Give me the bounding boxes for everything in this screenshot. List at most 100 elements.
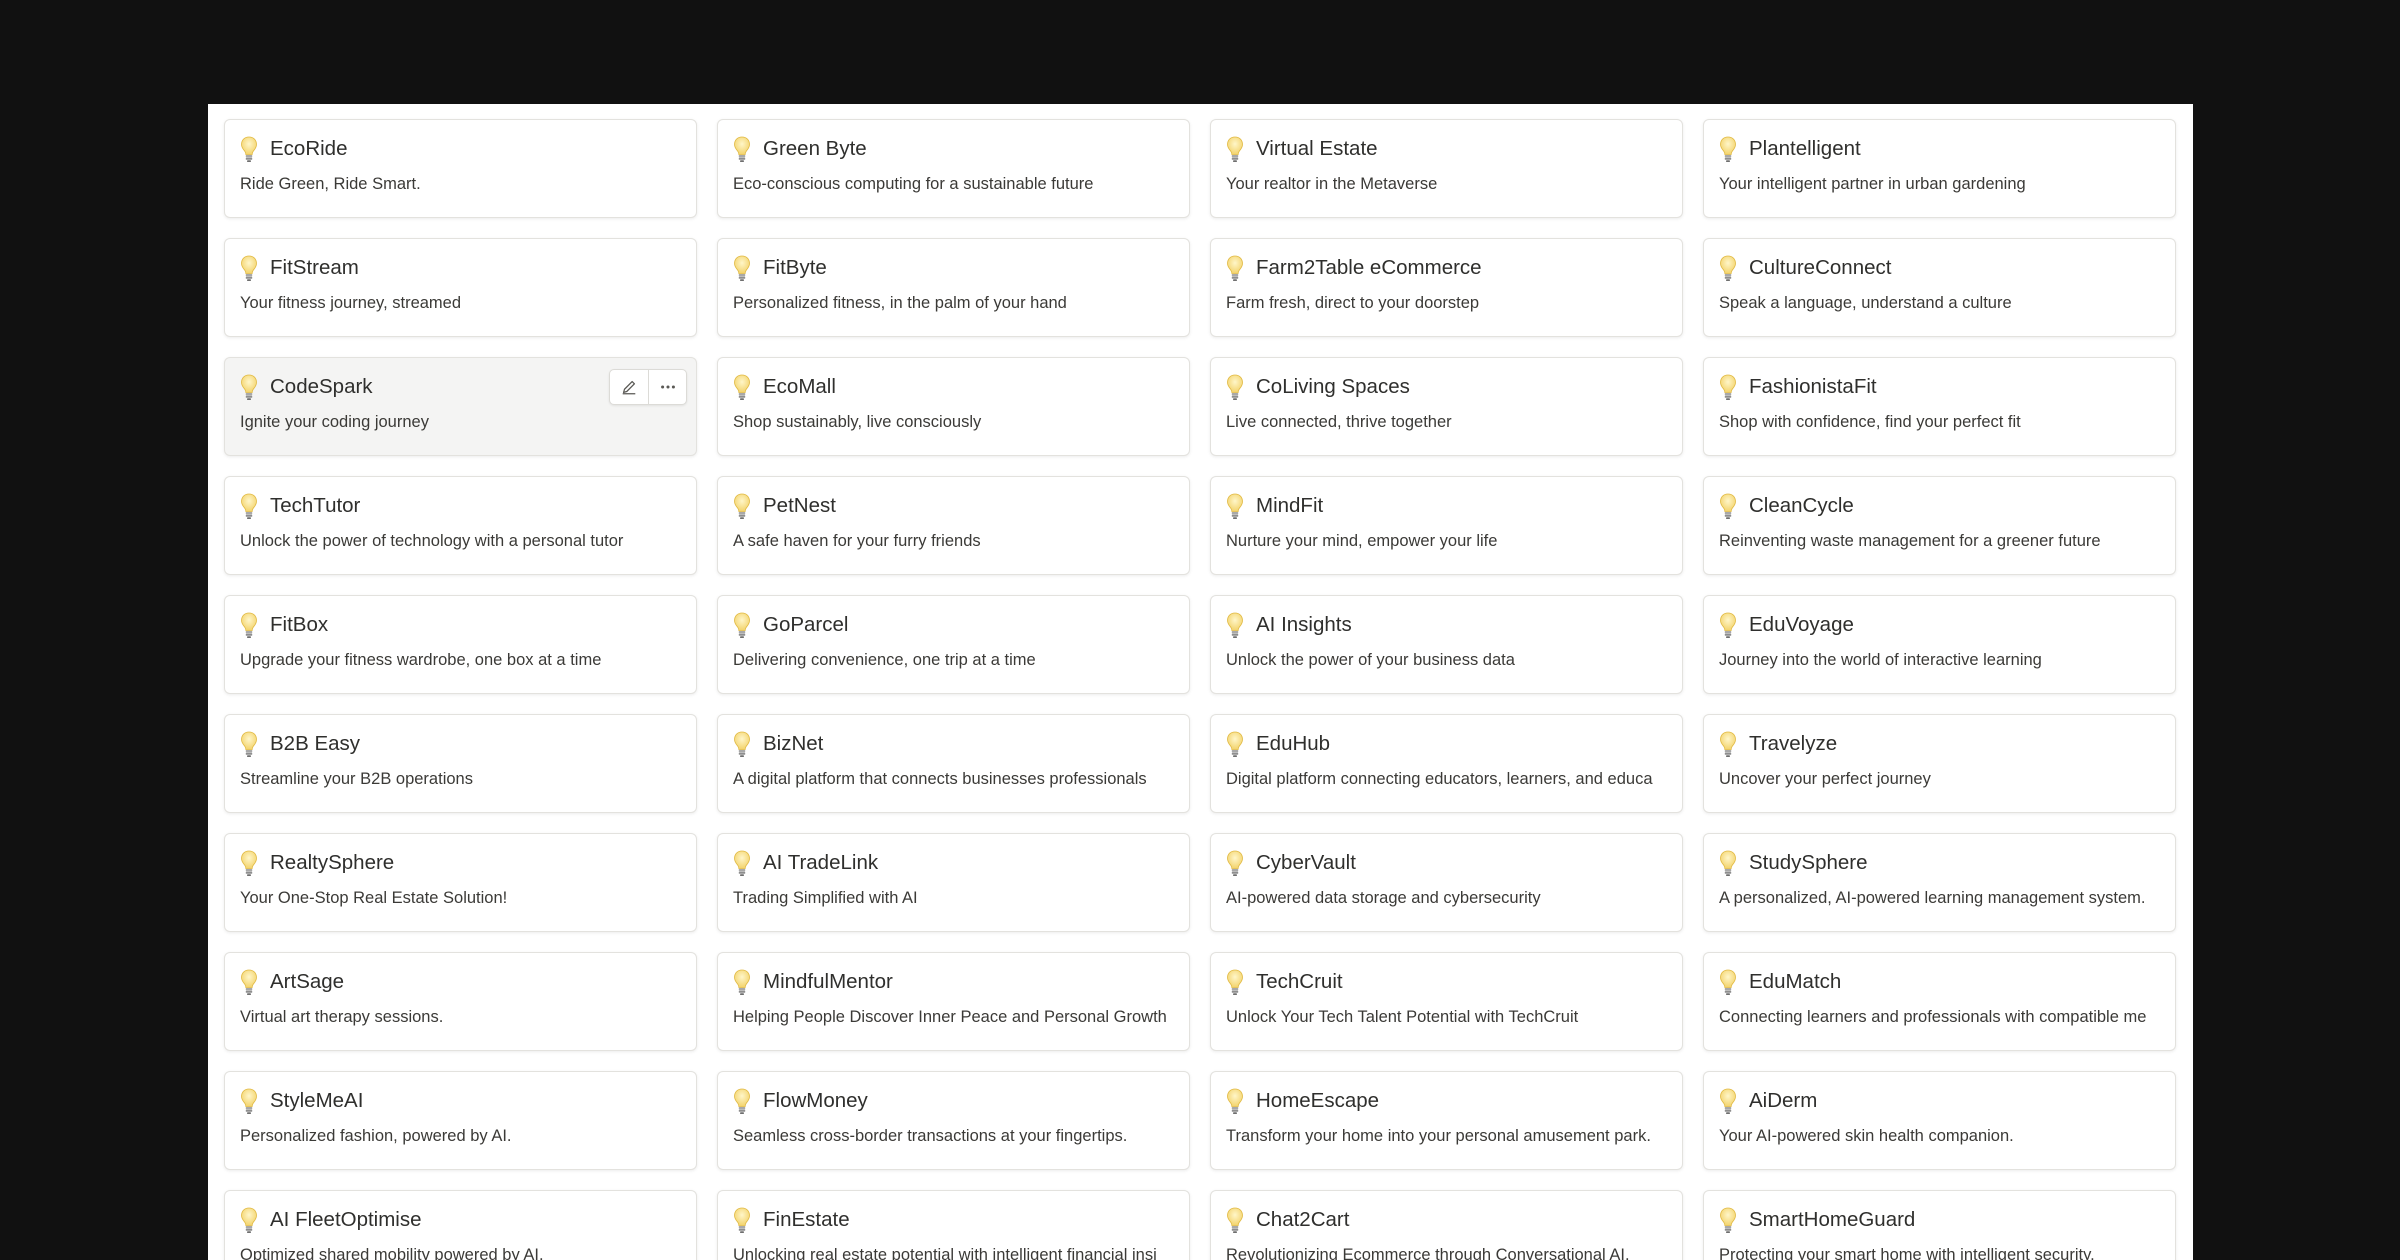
card-description: Transform your home into your personal a…	[1226, 1127, 1651, 1145]
card-description: A personalized, AI-powered learning mana…	[1719, 889, 2146, 907]
card-description: Delivering convenience, one trip at a ti…	[733, 651, 1036, 669]
card-title-row: FlowMoney	[733, 1086, 868, 1116]
card-description: Your One-Stop Real Estate Solution!	[240, 889, 508, 907]
card-title: CyberVault	[1256, 851, 1356, 874]
card-ecoride[interactable]: EcoRide Ride Green, Ride Smart.	[224, 119, 697, 218]
card-realtysphere[interactable]: RealtySphere Your One-Stop Real Estate So…	[224, 833, 697, 932]
card-title: FinEstate	[763, 1208, 850, 1231]
card-virtual-estate[interactable]: Virtual Estate Your realtor in the Metave…	[1210, 119, 1683, 218]
card-title-row: EcoMall	[733, 372, 836, 402]
card-flowmoney[interactable]: FlowMoney Seamless cross-border transacti…	[717, 1071, 1190, 1170]
card-farm2table-ecommerce[interactable]: Farm2Table eCommerce Farm fresh, direct t…	[1210, 238, 1683, 337]
card-title-row: CoLiving Spaces	[1226, 372, 1410, 402]
lightbulb-icon	[240, 492, 258, 520]
lightbulb-icon	[1226, 135, 1244, 163]
card-title-row: Farm2Table eCommerce	[1226, 253, 1482, 283]
card-description: Your fitness journey, streamed	[240, 294, 462, 312]
card-title-row: Chat2Cart	[1226, 1205, 1349, 1235]
lightbulb-icon	[1719, 373, 1737, 401]
card-homeescape[interactable]: HomeEscape Transform your home into your …	[1210, 1071, 1683, 1170]
card-title-row: FinEstate	[733, 1205, 850, 1235]
lightbulb-icon	[1719, 254, 1737, 282]
card-description: Upgrade your fitness wardrobe, one box a…	[240, 651, 602, 669]
card-cultureconnect[interactable]: CultureConnect Speak a language, understa…	[1703, 238, 2176, 337]
card-techcruit[interactable]: TechCruit Unlock Your Tech Talent Potenti…	[1210, 952, 1683, 1051]
card-biznet[interactable]: BizNet A digital platform that connects b…	[717, 714, 1190, 813]
card-finestate[interactable]: FinEstate Unlocking real estate potential…	[717, 1190, 1190, 1260]
lightbulb-icon	[733, 1087, 751, 1115]
card-fitbyte[interactable]: FitByte Personalized fitness, in the palm…	[717, 238, 1190, 337]
lightbulb-icon	[733, 135, 751, 163]
card-title: StyleMeAI	[270, 1089, 364, 1112]
card-title: AI FleetOptimise	[270, 1208, 422, 1231]
card-edumatch[interactable]: EduMatch Connecting learners and professi…	[1703, 952, 2176, 1051]
card-artsage[interactable]: ArtSage Virtual art therapy sessions.	[224, 952, 697, 1051]
card-studysphere[interactable]: StudySphere A personalized, AI-powered le…	[1703, 833, 2176, 932]
card-aiderm[interactable]: AiDerm Your AI-powered skin health compan…	[1703, 1071, 2176, 1170]
card-coliving-spaces[interactable]: CoLiving Spaces Live connected, thrive to…	[1210, 357, 1683, 456]
card-description: Unlock the power of your business data	[1226, 651, 1515, 669]
card-grid: EcoRide Ride Green, Ride Smart. Green Byt…	[224, 119, 2176, 1260]
lightbulb-icon	[733, 373, 751, 401]
lightbulb-icon	[733, 849, 751, 877]
card-ai-tradelink[interactable]: AI TradeLink Trading Simplified with AI	[717, 833, 1190, 932]
card-eduvoyage[interactable]: EduVoyage Journey into the world of inter…	[1703, 595, 2176, 694]
lightbulb-icon	[1226, 254, 1244, 282]
card-stylemeai[interactable]: StyleMeAI Personalized fashion, powered b…	[224, 1071, 697, 1170]
card-ai-insights[interactable]: AI Insights Unlock the power of your busi…	[1210, 595, 1683, 694]
lightbulb-icon	[1226, 492, 1244, 520]
card-mindfulmentor[interactable]: MindfulMentor Helping People Discover Inn…	[717, 952, 1190, 1051]
card-fitstream[interactable]: FitStream Your fitness journey, streamed	[224, 238, 697, 337]
card-title: MindfulMentor	[763, 970, 893, 993]
card-mindfit[interactable]: MindFit Nurture your mind, empower your l…	[1210, 476, 1683, 575]
card-petnest[interactable]: PetNest A safe haven for your furry frien…	[717, 476, 1190, 575]
pencil-icon[interactable]	[610, 370, 648, 404]
card-fitbox[interactable]: FitBox Upgrade your fitness wardrobe, one…	[224, 595, 697, 694]
card-description: Unlock Your Tech Talent Potential with T…	[1226, 1008, 1579, 1026]
card-goparcel[interactable]: GoParcel Delivering convenience, one trip…	[717, 595, 1190, 694]
lightbulb-icon	[1719, 968, 1737, 996]
card-title: MindFit	[1256, 494, 1324, 517]
card-title: ArtSage	[270, 970, 345, 993]
card-description: Unlock the power of technology with a pe…	[240, 532, 624, 550]
card-description: Reinventing waste management for a green…	[1719, 532, 2101, 550]
card-b2b-easy[interactable]: B2B Easy Streamline your B2B operations	[224, 714, 697, 813]
lightbulb-icon	[240, 1087, 258, 1115]
card-description: Personalized fitness, in the palm of you…	[733, 294, 1067, 312]
card-title: GoParcel	[763, 613, 849, 636]
card-cybervault[interactable]: CyberVault AI-powered data storage and cy…	[1210, 833, 1683, 932]
lightbulb-icon	[240, 135, 258, 163]
card-title-row: SmartHomeGuard	[1719, 1205, 1915, 1235]
lightbulb-icon	[733, 1206, 751, 1234]
card-title-row: EduVoyage	[1719, 610, 1854, 640]
card-techtutor[interactable]: TechTutor Unlock the power of technology …	[224, 476, 697, 575]
card-title: FitBox	[270, 613, 329, 636]
card-codespark[interactable]: CodeSpark Ignite your coding journey	[224, 357, 697, 456]
card-title-row: AiDerm	[1719, 1086, 1817, 1116]
card-description: Unlocking real estate potential with int…	[733, 1246, 1157, 1260]
card-cleancycle[interactable]: CleanCycle Reinventing waste management f…	[1703, 476, 2176, 575]
card-ecomall[interactable]: EcoMall Shop sustainably, live consciousl…	[717, 357, 1190, 456]
card-fashionistafit[interactable]: FashionistaFit Shop with confidence, find…	[1703, 357, 2176, 456]
card-description: Nurture your mind, empower your life	[1226, 532, 1498, 550]
card-plantelligent[interactable]: Plantelligent Your intelligent partner in…	[1703, 119, 2176, 218]
card-green-byte[interactable]: Green Byte Eco-conscious computing for a …	[717, 119, 1190, 218]
card-title: TechCruit	[1256, 970, 1343, 993]
more-horizontal-icon[interactable]	[648, 370, 686, 404]
card-title-row: MindfulMentor	[733, 967, 893, 997]
card-chat2cart[interactable]: Chat2Cart Revolutionizing Ecommerce throu…	[1210, 1190, 1683, 1260]
card-eduhub[interactable]: EduHub Digital platform connecting educat…	[1210, 714, 1683, 813]
card-description: AI-powered data storage and cybersecurit…	[1226, 889, 1541, 907]
lightbulb-icon	[1719, 135, 1737, 163]
lightbulb-icon	[1226, 730, 1244, 758]
card-travelyze[interactable]: Travelyze Uncover your perfect journey	[1703, 714, 2176, 813]
card-title-row: TechTutor	[240, 491, 360, 521]
card-description: A digital platform that connects busines…	[733, 770, 1147, 788]
card-ai-fleetoptimise[interactable]: AI FleetOptimise Optimized shared mobilit…	[224, 1190, 697, 1260]
card-smarthomeguard[interactable]: SmartHomeGuard Protecting your smart home…	[1703, 1190, 2176, 1260]
card-title: AiDerm	[1749, 1089, 1818, 1112]
card-description: Ignite your coding journey	[240, 413, 429, 431]
card-description: Eco-conscious computing for a sustainabl…	[733, 175, 1094, 193]
card-title: PetNest	[763, 494, 836, 517]
card-title-row: FitByte	[733, 253, 827, 283]
